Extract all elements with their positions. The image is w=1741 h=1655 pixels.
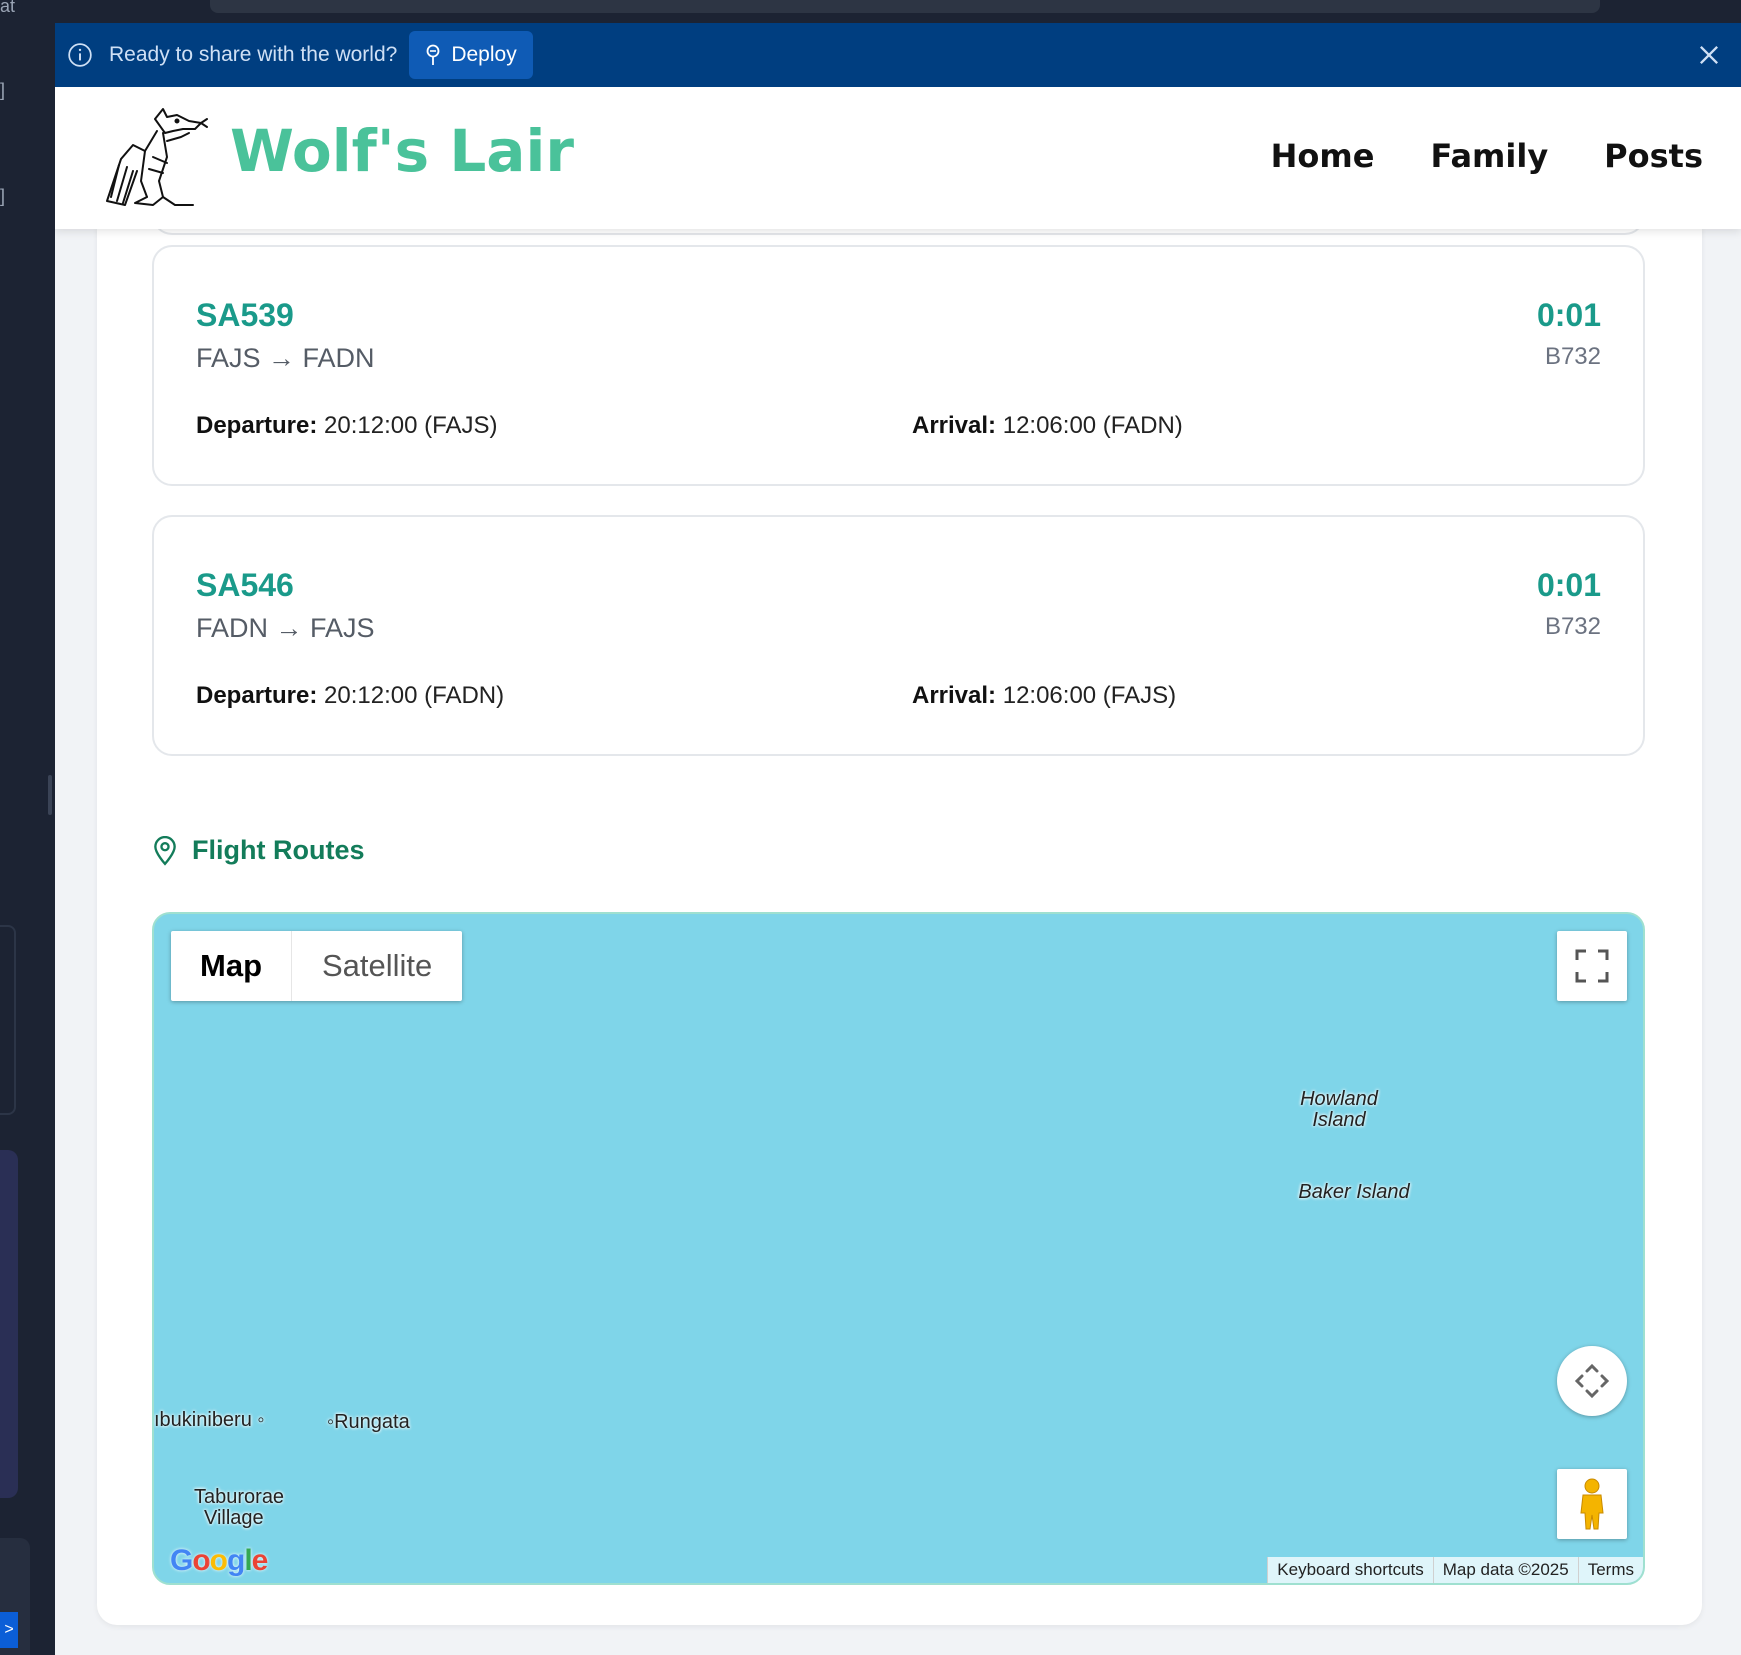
aircraft-type: B732 [1544,343,1601,370]
side-panel-active[interactable] [0,1150,18,1498]
banner-message: Ready to share with the world? [109,43,398,66]
main-nav: Home Family Posts [1271,137,1703,175]
page-viewport: Wolf's Lair Home Family Posts SA539 FAJS… [55,87,1741,1655]
wolf-logo-icon[interactable] [97,101,209,213]
google-logo[interactable]: Google [170,1544,268,1578]
panel-resize-handle[interactable] [48,775,52,815]
sidebar-fragment: ] [0,80,6,100]
departure-value: 20:12:00 (FADN) [324,682,505,709]
arrival-info: Arrival: 12:06:00 (FADN) [912,412,1183,440]
deploy-label: Deploy [451,43,517,66]
map-label-tabukiniberu-text: ıbukiniberu [154,1409,252,1431]
send-button[interactable]: > [0,1612,18,1648]
flight-number: SA539 [196,297,294,333]
deploy-banner: Ready to share with the world? Deploy [55,23,1741,87]
deploy-icon [426,44,440,65]
departure-info: Departure: 20:12:00 (FAJS) [196,412,497,440]
info-icon [68,43,92,67]
arrival-info: Arrival: 12:06:00 (FAJS) [912,682,1176,710]
address-bar[interactable] [210,0,1600,13]
map-label-taburorae-line1: Taburorae [194,1486,285,1508]
departure-label: Departure: [196,682,318,709]
fullscreen-button[interactable] [1557,931,1627,1001]
nav-posts[interactable]: Posts [1604,137,1703,175]
side-panel [0,925,16,1115]
pan-arrows-icon [1574,1363,1610,1399]
flight-duration: 0:01 [1536,297,1601,333]
map-label-rungata-text: Rungata [334,1411,410,1433]
flight-card: SA546 FADN → FAJS 0:01 B732 Departure: 2… [152,515,1645,756]
map-label-howland: Howland Island [1269,1089,1409,1131]
arrival-label: Arrival: [912,412,997,439]
arrival-value: 12:06:00 (FAJS) [1002,682,1177,709]
map-label-baker: Baker Island [1298,1181,1410,1203]
map-label-taburorae: Taburorae Village [194,1487,284,1529]
close-icon[interactable] [1695,41,1723,69]
map-data-text: Map data ©2025 [1432,1557,1578,1583]
camera-control-button[interactable] [1557,1346,1627,1416]
map-label-howland-line2: Island [1312,1109,1366,1131]
map-label-taburorae-line2: Village [204,1507,264,1529]
content-card: SA539 FAJS → FADN 0:01 B732 Departure: 2… [97,205,1702,1625]
map-label-rungata: ◦Rungata [327,1411,410,1433]
map-label-tabukiniberu: ıbukiniberu ◦ [154,1409,265,1431]
sidebar-fragment: ] [0,186,6,206]
flight-route: FADN → FAJS [196,613,375,643]
map-attribution: Keyboard shortcuts Map data ©2025 Terms [1267,1557,1643,1583]
map-type-map-button[interactable]: Map [171,931,291,1001]
map-type-satellite-button[interactable]: Satellite [291,931,462,1001]
fullscreen-icon [1575,949,1609,983]
flight-routes-heading: Flight Routes [152,835,364,866]
flight-route: FAJS → FADN [196,343,375,373]
flight-routes-map[interactable]: Map Satellite Howland Island Baker Islan… [152,912,1645,1585]
editor-side-strip: at ] ] > [0,0,55,1655]
flight-card: SA539 FAJS → FADN 0:01 B732 Departure: 2… [152,245,1645,486]
departure-value: 20:12:00 (FAJS) [324,412,498,439]
aircraft-type: B732 [1544,613,1601,640]
browser-toolbar [55,0,1741,23]
map-label-howland-line1: Howland [1300,1088,1378,1110]
flight-number: SA546 [196,567,294,603]
flight-routes-title: Flight Routes [192,835,365,865]
keyboard-shortcuts-link[interactable]: Keyboard shortcuts [1267,1557,1433,1583]
terms-link[interactable]: Terms [1577,1557,1643,1583]
departure-info: Departure: 20:12:00 (FADN) [196,682,504,710]
departure-label: Departure: [196,412,318,439]
map-pin-icon [154,835,176,866]
deploy-button[interactable]: Deploy [409,31,533,79]
sidebar-fragment: at [0,0,16,16]
map-type-control: Map Satellite [171,931,463,1001]
nav-home[interactable]: Home [1271,137,1375,175]
site-header: Wolf's Lair Home Family Posts [55,87,1741,229]
pegman-icon [1580,1478,1604,1530]
site-title[interactable]: Wolf's Lair [230,117,574,185]
street-view-pegman-button[interactable] [1557,1469,1627,1539]
nav-family[interactable]: Family [1430,137,1548,175]
arrival-value: 12:06:00 (FADN) [1002,412,1183,439]
flight-duration: 0:01 [1536,567,1601,603]
arrival-label: Arrival: [912,682,997,709]
